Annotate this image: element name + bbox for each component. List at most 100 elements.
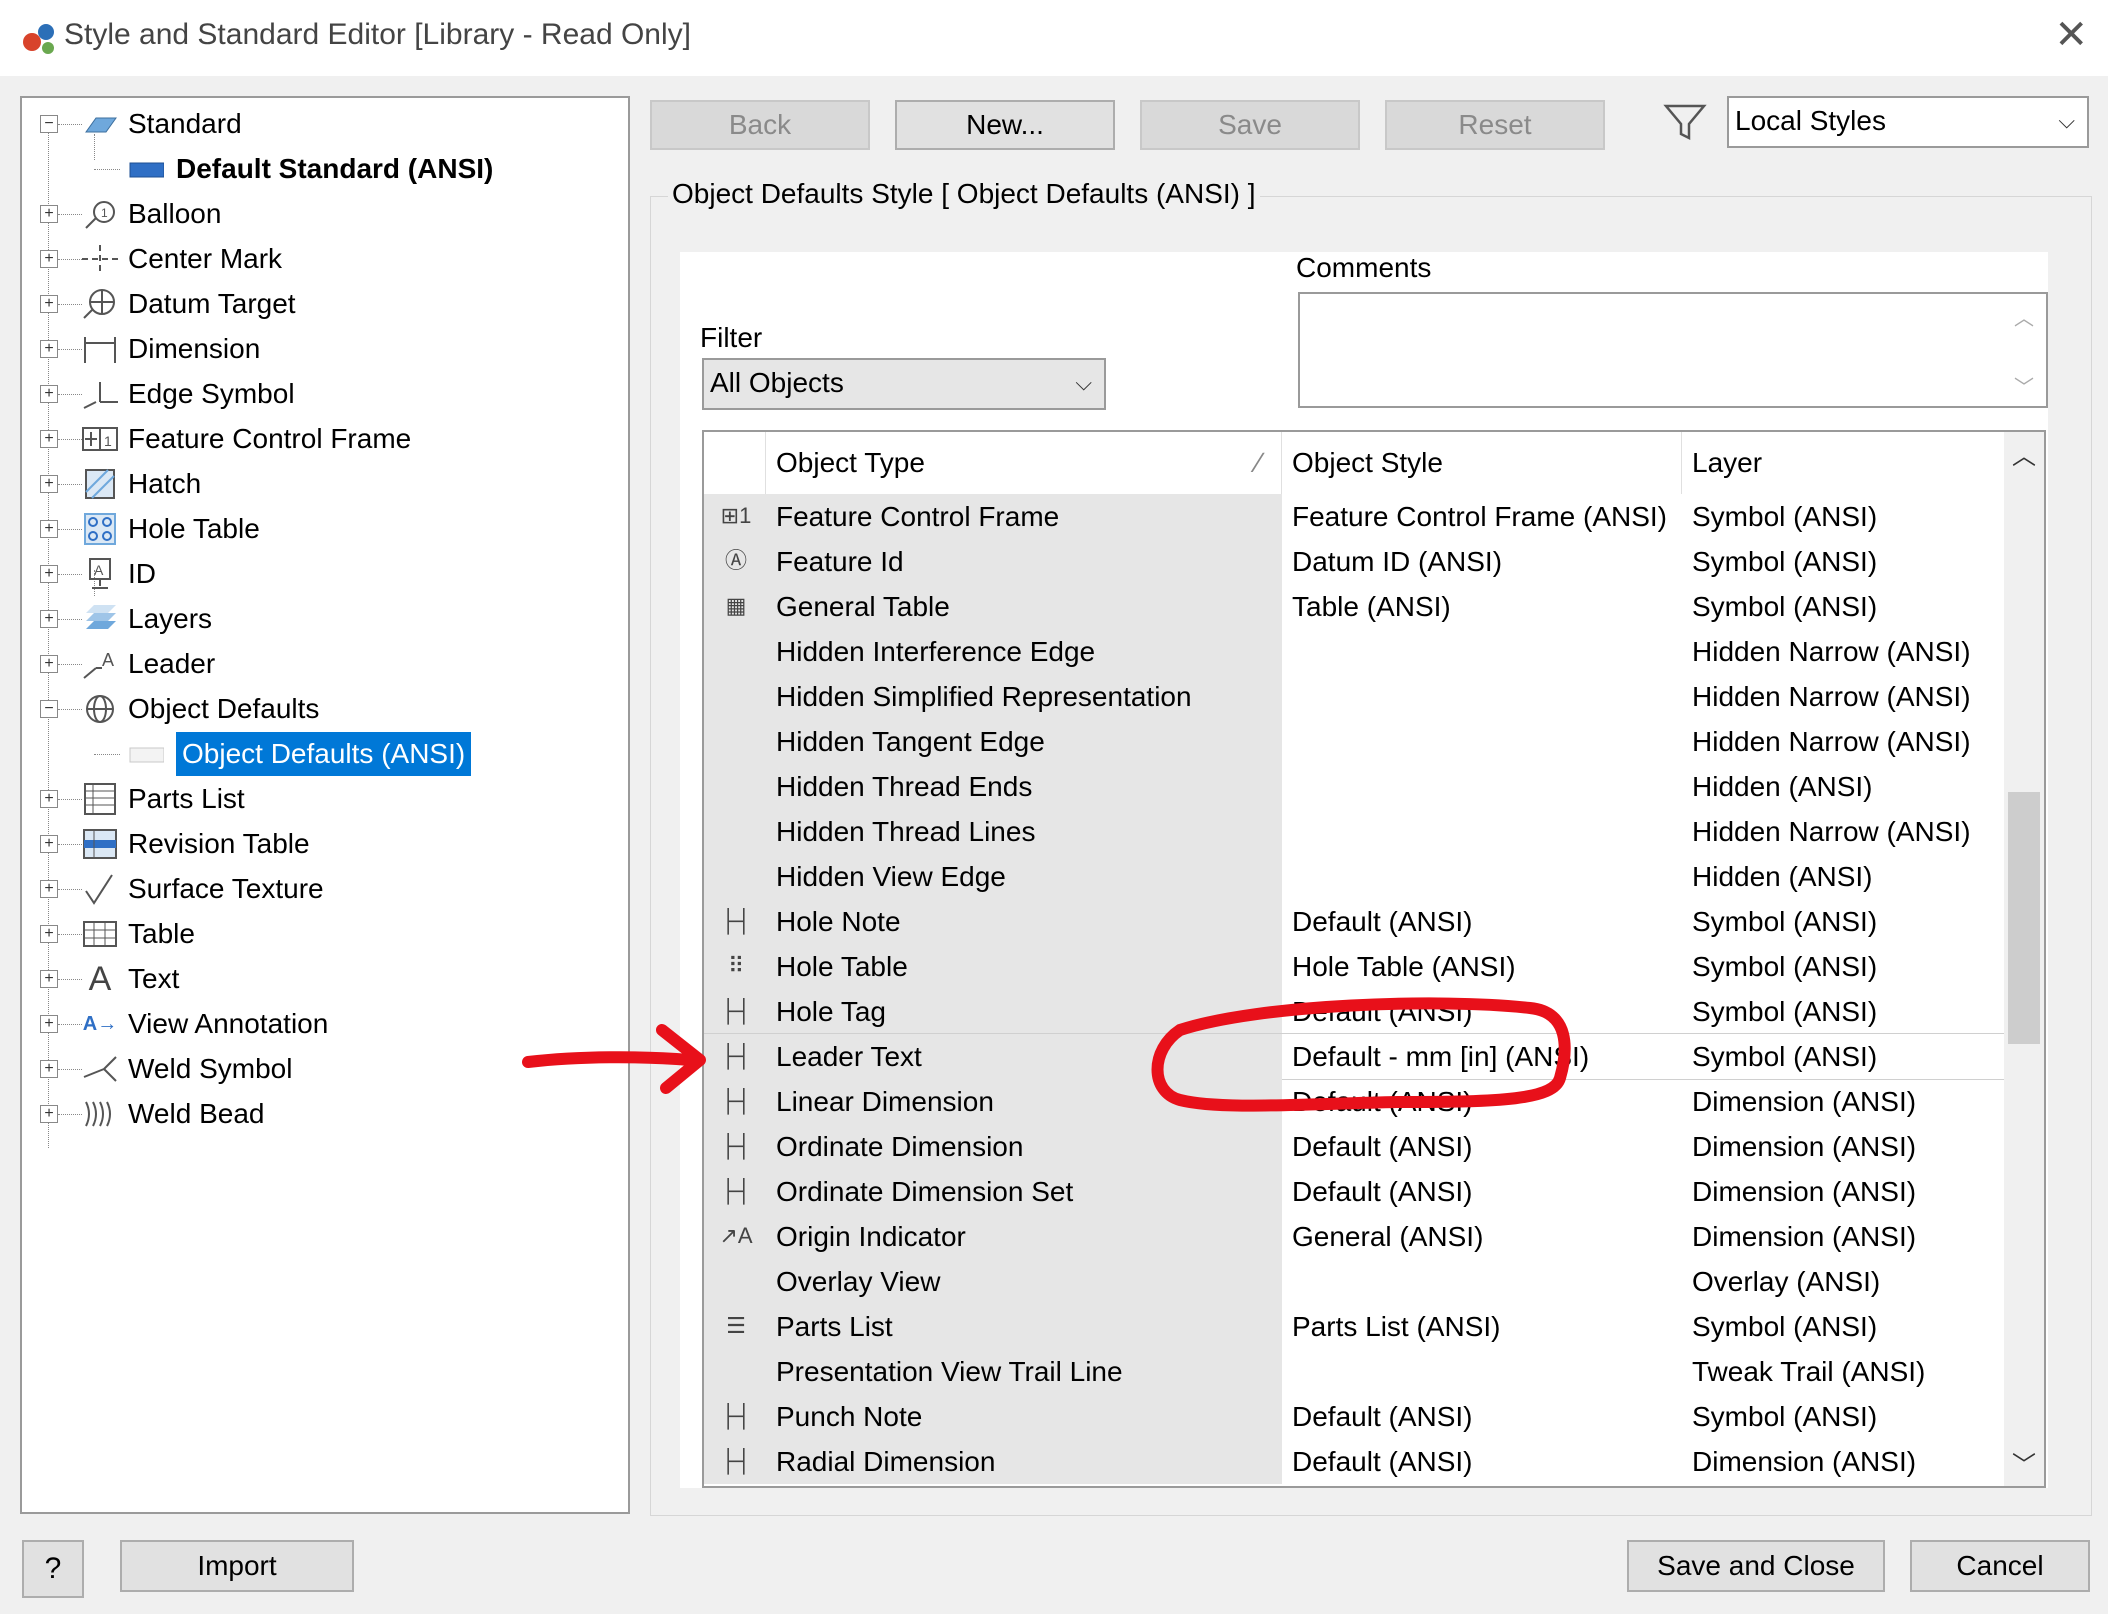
table-row[interactable]: ├┤ Ordinate Dimension Default (ANSI) Dimens… — [704, 1124, 2004, 1169]
table-row[interactable]: ├┤ Hole Note Default (ANSI) Symbol (ANSI) — [704, 899, 2004, 944]
layer-cell[interactable]: Symbol (ANSI) — [1682, 539, 2004, 584]
object-style-cell[interactable] — [1282, 719, 1682, 764]
expand-icon[interactable]: + — [40, 1060, 58, 1078]
expand-icon[interactable]: + — [40, 610, 58, 628]
tree-item-default-standard[interactable]: Default Standard (ANSI) — [22, 147, 622, 191]
table-row[interactable]: Hidden View Edge Hidden (ANSI) — [704, 854, 2004, 899]
layer-cell[interactable]: Symbol (ANSI) — [1682, 584, 2004, 629]
object-style-cell[interactable]: Parts List (ANSI) — [1282, 1304, 1682, 1349]
layer-cell[interactable]: Symbol (ANSI) — [1682, 494, 2004, 539]
column-header-layer[interactable]: Layer — [1682, 432, 2004, 494]
object-style-cell[interactable] — [1282, 629, 1682, 674]
tree-item-layers[interactable]: + Layers — [22, 597, 622, 641]
expand-icon[interactable]: + — [40, 250, 58, 268]
scroll-down-icon[interactable]: ﹀ — [2012, 1445, 2036, 1480]
tree-item-revision-table[interactable]: + Revision Table — [22, 822, 622, 866]
expand-icon[interactable]: + — [40, 340, 58, 358]
filter-icon[interactable] — [1663, 100, 1707, 144]
tree-item-feature-control-frame[interactable]: + 1 Feature Control Frame — [22, 417, 622, 461]
expand-icon[interactable]: + — [40, 430, 58, 448]
new-button[interactable]: New... — [895, 100, 1115, 150]
expand-icon[interactable]: + — [40, 925, 58, 943]
layer-cell[interactable]: Symbol (ANSI) — [1682, 1394, 2004, 1439]
scrollbar-thumb[interactable] — [2008, 792, 2040, 1044]
layer-cell[interactable]: Symbol (ANSI) — [1682, 989, 2004, 1034]
save-and-close-button[interactable]: Save and Close — [1627, 1540, 1885, 1592]
styles-filter-dropdown[interactable]: Local Styles ⌵ — [1727, 96, 2089, 148]
scroll-up-icon[interactable]: ︿ — [2012, 436, 2036, 471]
object-style-cell[interactable] — [1282, 674, 1682, 719]
object-style-cell[interactable] — [1282, 809, 1682, 854]
collapse-icon[interactable]: − — [40, 700, 58, 718]
tree-item-object-defaults[interactable]: − Object Defaults — [22, 687, 622, 731]
tree-item-edge-symbol[interactable]: + Edge Symbol — [22, 372, 622, 416]
table-row[interactable]: ├┤ Linear Dimension Default (ANSI) Dimensio… — [704, 1079, 2004, 1124]
column-header-object-style[interactable]: Object Style — [1282, 432, 1682, 494]
object-style-cell[interactable]: Default (ANSI) — [1282, 1169, 1682, 1214]
layer-cell[interactable]: Hidden Narrow (ANSI) — [1682, 719, 2004, 764]
object-style-cell[interactable]: Table (ANSI) — [1282, 584, 1682, 629]
object-style-cell[interactable]: Default (ANSI) — [1282, 1394, 1682, 1439]
tree-item-datum-target[interactable]: + Datum Target — [22, 282, 622, 326]
table-row[interactable]: Hidden Simplified Representation Hidden N… — [704, 674, 2004, 719]
expand-icon[interactable]: + — [40, 835, 58, 853]
table-row[interactable]: ☰ Parts List Parts List (ANSI) Symbol (ANSI… — [704, 1304, 2004, 1349]
layer-cell[interactable]: Tweak Trail (ANSI) — [1682, 1349, 2004, 1394]
layer-cell[interactable]: Symbol (ANSI) — [1682, 1034, 2004, 1079]
tree-item-id[interactable]: + A ID — [22, 552, 622, 596]
comments-field[interactable]: ︿ ﹀ — [1298, 292, 2048, 408]
object-style-cell[interactable] — [1282, 1349, 1682, 1394]
expand-icon[interactable]: + — [40, 1015, 58, 1033]
layer-cell[interactable]: Hidden Narrow (ANSI) — [1682, 629, 2004, 674]
back-button[interactable]: Back — [650, 100, 870, 150]
layer-cell[interactable]: Hidden (ANSI) — [1682, 764, 2004, 809]
expand-icon[interactable]: + — [40, 565, 58, 583]
object-style-cell[interactable]: Default (ANSI) — [1282, 1124, 1682, 1169]
collapse-icon[interactable]: − — [40, 115, 58, 133]
object-style-cell[interactable]: General (ANSI) — [1282, 1214, 1682, 1259]
table-row[interactable]: ├┤ Leader Text Default - mm [in] (ANSI) Sym… — [704, 1033, 2005, 1080]
style-tree[interactable]: − Standard Default Standard (ANSI) + 1 B… — [20, 96, 630, 1514]
object-style-cell[interactable]: Feature Control Frame (ANSI) — [1282, 494, 1682, 539]
tree-item-balloon[interactable]: + 1 Balloon — [22, 192, 622, 236]
help-button[interactable]: ? — [22, 1540, 84, 1598]
cancel-button[interactable]: Cancel — [1910, 1540, 2090, 1592]
layer-cell[interactable]: Symbol (ANSI) — [1682, 899, 2004, 944]
layer-cell[interactable]: Hidden Narrow (ANSI) — [1682, 674, 2004, 719]
table-row[interactable]: Presentation View Trail Line Tweak Trail … — [704, 1349, 2004, 1394]
table-row[interactable]: ├┤ Punch Note Default (ANSI) Symbol (ANSI) — [704, 1394, 2004, 1439]
table-row[interactable]: Overlay View Overlay (ANSI) — [704, 1259, 2004, 1304]
tree-item-view-annotation[interactable]: + A→ View Annotation — [22, 1002, 622, 1046]
expand-icon[interactable]: + — [40, 520, 58, 538]
table-row[interactable]: Hidden Tangent Edge Hidden Narrow (ANSI) — [704, 719, 2004, 764]
tree-item-object-defaults-ansi[interactable]: Object Defaults (ANSI) — [22, 732, 622, 776]
expand-icon[interactable]: + — [40, 205, 58, 223]
tree-item-hole-table[interactable]: + Hole Table — [22, 507, 622, 551]
import-button[interactable]: Import — [120, 1540, 354, 1592]
object-style-cell[interactable]: Hole Table (ANSI) — [1282, 944, 1682, 989]
tree-item-surface-texture[interactable]: + Surface Texture — [22, 867, 622, 911]
reset-button[interactable]: Reset — [1385, 100, 1605, 150]
object-style-cell[interactable]: Datum ID (ANSI) — [1282, 539, 1682, 584]
column-header-object-type[interactable]: Object Type ∕ — [766, 432, 1282, 494]
layer-cell[interactable]: Dimension (ANSI) — [1682, 1079, 2004, 1124]
table-row[interactable]: ⠿ Hole Table Hole Table (ANSI) Symbol (ANSI… — [704, 944, 2004, 989]
expand-icon[interactable]: + — [40, 295, 58, 313]
layer-cell[interactable]: Symbol (ANSI) — [1682, 944, 2004, 989]
object-style-cell[interactable]: Default - mm [in] (ANSI) — [1282, 1034, 1682, 1079]
expand-icon[interactable]: + — [40, 970, 58, 988]
expand-icon[interactable]: + — [40, 880, 58, 898]
tree-item-weld-bead[interactable]: + Weld Bead — [22, 1092, 622, 1136]
tree-item-standard[interactable]: − Standard — [22, 102, 622, 146]
object-style-cell[interactable] — [1282, 1259, 1682, 1304]
layer-cell[interactable]: Dimension (ANSI) — [1682, 1169, 2004, 1214]
table-row[interactable]: ├┤ Radial Dimension Default (ANSI) Dimensio… — [704, 1439, 2004, 1484]
object-style-cell[interactable]: Default (ANSI) — [1282, 899, 1682, 944]
scroll-down-icon[interactable]: ﹀ — [2014, 371, 2034, 400]
expand-icon[interactable]: + — [40, 790, 58, 808]
table-row[interactable]: Hidden Thread Ends Hidden (ANSI) — [704, 764, 2004, 809]
close-icon[interactable]: ✕ — [2054, 12, 2088, 58]
expand-icon[interactable]: + — [40, 385, 58, 403]
grid-scrollbar[interactable]: ︿ ﹀ — [2004, 432, 2044, 1486]
save-button[interactable]: Save — [1140, 100, 1360, 150]
